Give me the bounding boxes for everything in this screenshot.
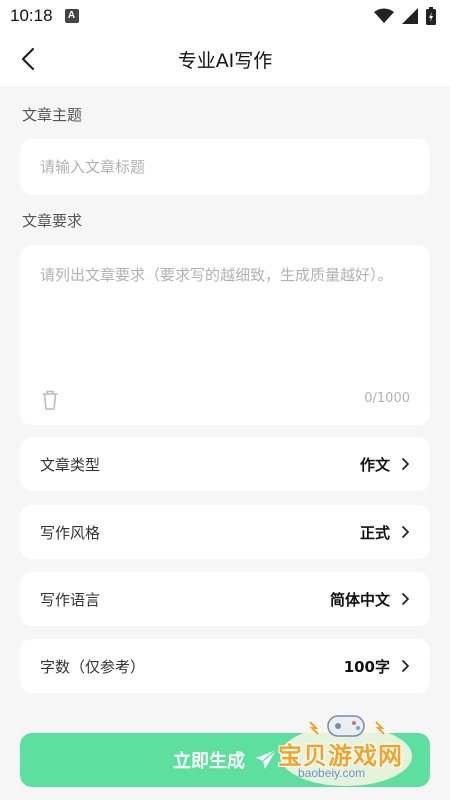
option-label: 字数（仅参考）: [40, 657, 146, 676]
option-writing-style[interactable]: 写作风格 正式: [20, 505, 430, 559]
option-value: 作文: [359, 455, 390, 474]
option-label: 文章类型: [40, 455, 101, 474]
back-arrow-icon: [21, 47, 35, 71]
requirements-card: 0/1000: [20, 245, 430, 425]
option-article-type[interactable]: 文章类型 作文: [20, 437, 430, 491]
option-label: 写作语言: [40, 590, 101, 609]
send-icon: [256, 749, 277, 769]
chevron-right-icon: [402, 593, 409, 605]
option-writing-language[interactable]: 写作语言 简体中文: [20, 572, 430, 626]
battery-icon: [426, 7, 436, 25]
char-counter: 0/1000: [364, 391, 410, 406]
page-title: 专业AI写作: [177, 49, 273, 72]
status-time: 10:18: [10, 6, 53, 25]
requirements-label: 文章要求: [22, 212, 83, 230]
status-icons: [374, 7, 436, 25]
requirements-textarea[interactable]: [40, 261, 410, 371]
signal-icon: [402, 8, 418, 24]
watermark: 宝贝游戏网 baobeiy.com: [276, 706, 426, 790]
trash-icon[interactable]: [40, 389, 60, 411]
wifi-icon: [374, 8, 394, 23]
option-label: 写作风格: [40, 523, 101, 542]
topic-label: 文章主题: [22, 106, 83, 124]
status-bar: 10:18 A: [0, 0, 450, 32]
back-button[interactable]: [10, 41, 46, 77]
generate-button-label: 立即生成: [173, 751, 245, 772]
topic-input[interactable]: [40, 158, 410, 176]
app-bar: 专业AI写作: [0, 32, 450, 86]
option-value: 100字: [343, 657, 390, 676]
option-value: 简体中文: [329, 590, 390, 609]
chevron-right-icon: [402, 458, 409, 470]
notification-icon: A: [64, 9, 79, 23]
chevron-right-icon: [402, 660, 409, 672]
watermark-url: baobeiy.com: [298, 766, 366, 780]
option-word-count[interactable]: 字数（仅参考） 100字: [20, 639, 430, 693]
option-value: 正式: [359, 523, 390, 542]
topic-input-card: [20, 139, 430, 195]
chevron-right-icon: [402, 526, 409, 538]
